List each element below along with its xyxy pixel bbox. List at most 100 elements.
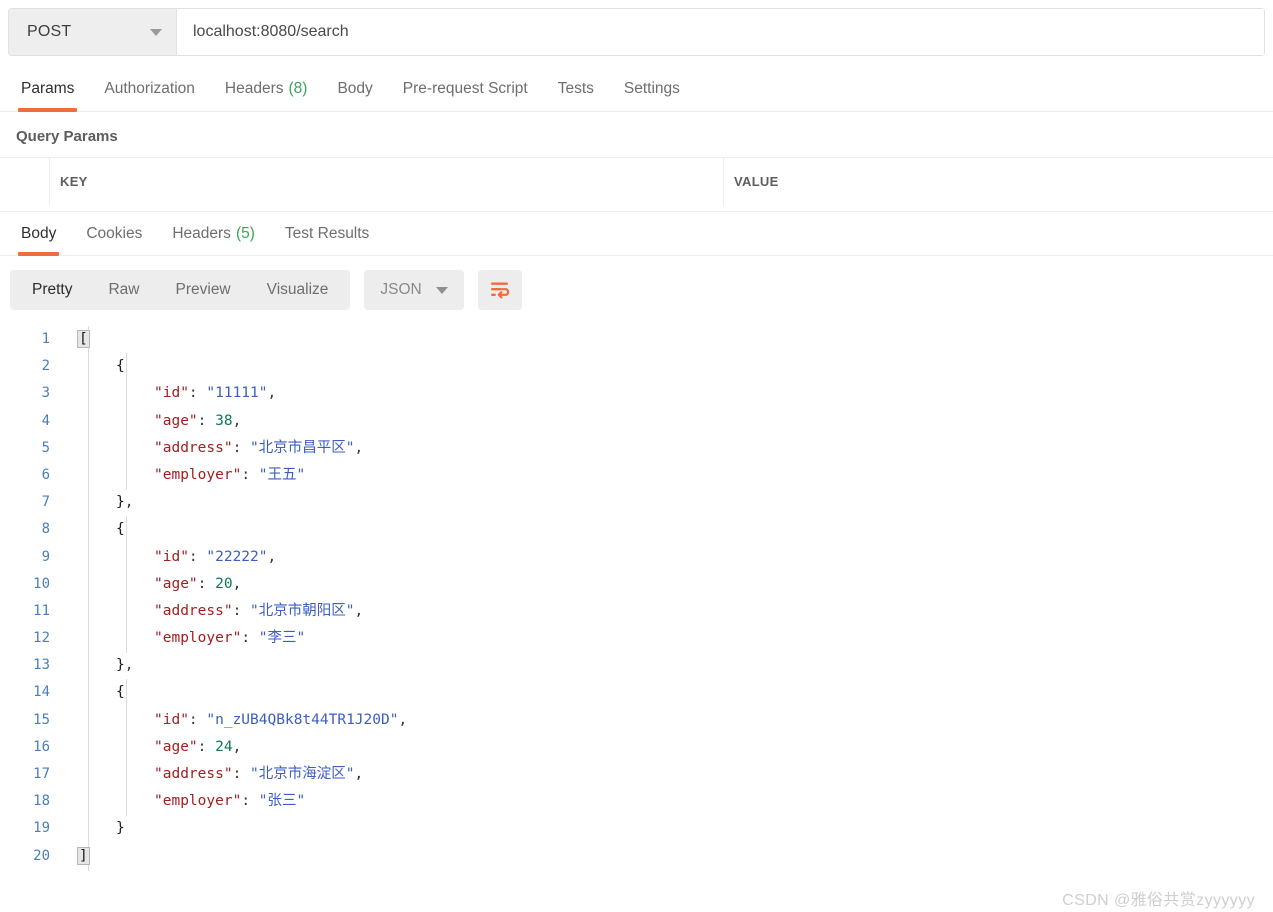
token-brace: { xyxy=(116,684,125,701)
tab-response-headers[interactable]: Headers (5) xyxy=(157,225,270,255)
tab-headers[interactable]: Headers (8) xyxy=(210,80,323,111)
token-punct: , xyxy=(232,412,242,429)
tab-authorization-label: Authorization xyxy=(104,80,195,97)
token-punct: : xyxy=(241,630,259,647)
response-body-viewer[interactable]: 1[2{3 "id": "11111", 4 "age": 38, 5 "address"… xyxy=(0,320,1273,871)
code-text: "id": "n_zUB4QBk8t44TR1J20D", xyxy=(62,707,407,734)
code-text: "employer": "李三" xyxy=(62,625,305,652)
line-number: 16 xyxy=(33,738,50,755)
tab-test-results-label: Test Results xyxy=(284,225,370,242)
response-format-dropdown[interactable]: JSON xyxy=(364,270,464,310)
tab-params-label: Params xyxy=(21,80,75,97)
tab-cookies[interactable]: Cookies xyxy=(71,225,157,255)
token-str: "王五" xyxy=(258,466,306,483)
token-key: "address" xyxy=(154,602,233,619)
code-text: "age": 20, xyxy=(62,571,241,598)
url-input[interactable]: localhost:8080/search xyxy=(177,9,1264,55)
token-key: "age" xyxy=(154,738,198,755)
token-key: "age" xyxy=(154,412,198,429)
token-punct: : xyxy=(197,738,216,755)
line-number: 4 xyxy=(41,412,50,429)
token-key: "id" xyxy=(154,385,189,402)
token-key: "id" xyxy=(154,548,189,565)
code-text: "employer": "张三" xyxy=(62,788,305,815)
tab-response-headers-label: Headers xyxy=(172,225,231,242)
tab-test-results[interactable]: Test Results xyxy=(270,225,384,255)
token-punct: : xyxy=(188,548,207,565)
token-punct: , xyxy=(354,439,364,456)
code-text: "id": "11111", xyxy=(62,380,276,407)
tab-body[interactable]: Body xyxy=(322,80,387,111)
line-number: 17 xyxy=(33,766,50,782)
query-params-title: Query Params xyxy=(16,128,118,145)
code-line: 16 "age": 24, xyxy=(0,734,1273,761)
line-number: 7 xyxy=(41,494,50,511)
token-brace: } xyxy=(116,494,125,511)
code-text: "address": "北京市海淀区", xyxy=(62,761,363,788)
token-brace: { xyxy=(116,521,125,538)
table-header-row: KEY VALUE xyxy=(0,158,1273,205)
token-punct: , xyxy=(232,575,242,592)
view-mode-visualize[interactable]: Visualize xyxy=(249,270,347,310)
http-method-label: POST xyxy=(27,23,72,40)
line-number: 14 xyxy=(33,684,50,701)
code-line: 20] xyxy=(0,843,1273,870)
token-punct: , xyxy=(398,711,408,728)
code-text: "address": "北京市昌平区", xyxy=(62,435,363,462)
tab-response-headers-count: (5) xyxy=(235,225,255,242)
postman-window: POST localhost:8080/search Params Author… xyxy=(0,8,1273,912)
tab-pre-request-script[interactable]: Pre-request Script xyxy=(388,80,543,111)
tab-cookies-label: Cookies xyxy=(86,225,143,242)
tab-params[interactable]: Params xyxy=(6,80,89,112)
token-punct: : xyxy=(197,575,216,592)
token-brace-hl: [ xyxy=(77,330,90,348)
code-text: [ xyxy=(62,326,90,353)
token-key: "id" xyxy=(154,711,189,728)
view-mode-raw[interactable]: Raw xyxy=(90,270,157,310)
http-method-dropdown[interactable]: POST xyxy=(9,9,177,55)
tab-headers-label: Headers xyxy=(224,80,284,97)
code-text: { xyxy=(62,516,125,543)
code-text: { xyxy=(62,679,125,706)
token-punct: : xyxy=(232,439,251,456)
code-text: } xyxy=(62,815,125,842)
token-punct: : xyxy=(241,793,259,810)
code-line: 6 "employer": "王五" xyxy=(0,462,1273,489)
response-format-label: JSON xyxy=(380,281,422,298)
word-wrap-button[interactable] xyxy=(477,270,522,310)
view-mode-pretty[interactable]: Pretty xyxy=(14,270,90,310)
code-text: "address": "北京市朝阳区", xyxy=(62,598,363,625)
code-line: 14 { xyxy=(0,679,1273,706)
tab-settings[interactable]: Settings xyxy=(609,80,695,111)
token-str: "n_zUB4QBk8t44TR1J20D" xyxy=(206,711,399,728)
code-line: 3 "id": "11111", xyxy=(0,380,1273,407)
token-punct: , xyxy=(354,766,364,782)
token-key: "address" xyxy=(154,439,233,456)
tab-authorization[interactable]: Authorization xyxy=(89,80,209,111)
token-key: "address" xyxy=(154,766,233,782)
token-str: "张三" xyxy=(258,793,306,810)
token-punct: : xyxy=(241,466,259,483)
token-brace: } xyxy=(116,820,125,837)
code-text: { xyxy=(62,353,125,380)
token-punct: : xyxy=(232,602,251,619)
line-number: 6 xyxy=(41,466,50,483)
token-str: "22222" xyxy=(206,548,268,565)
line-number: 15 xyxy=(33,711,50,728)
code-line: 5 "address": "北京市昌平区", xyxy=(0,435,1273,462)
tab-tests[interactable]: Tests xyxy=(543,80,609,111)
view-mode-preview[interactable]: Preview xyxy=(158,270,249,310)
code-line: 1[ xyxy=(0,326,1273,353)
select-all-checkbox-cell[interactable] xyxy=(0,158,50,205)
table-row[interactable] xyxy=(0,205,1273,211)
token-brace: } xyxy=(116,657,125,674)
token-str: "北京市朝阳区" xyxy=(250,602,355,619)
token-str: "北京市海淀区" xyxy=(250,766,355,782)
tab-response-body[interactable]: Body xyxy=(6,225,71,256)
code-text: }, xyxy=(62,652,133,679)
tab-tests-label: Tests xyxy=(557,80,594,97)
column-header-value-label: VALUE xyxy=(734,174,779,189)
tab-settings-label: Settings xyxy=(623,80,680,97)
code-text: ] xyxy=(62,843,90,870)
token-num: 38 xyxy=(215,412,233,429)
